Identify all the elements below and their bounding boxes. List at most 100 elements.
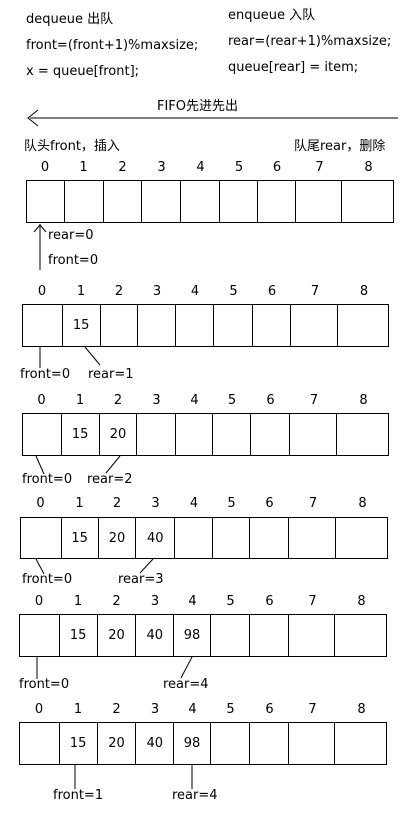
queue-cell: 15: [62, 414, 100, 455]
queue-cell: [335, 723, 386, 764]
index-label: 0: [34, 594, 44, 609]
queue-cell: [211, 615, 250, 656]
index-label: 7: [310, 284, 320, 299]
rear-pointer-label: rear=0: [48, 228, 94, 243]
queue-cell: 40: [136, 615, 175, 656]
index-label: 6: [267, 284, 277, 299]
index-label: 0: [34, 702, 44, 717]
index-label: 2: [113, 393, 123, 408]
queue-cell: 15: [60, 723, 98, 764]
index-label: 5: [226, 702, 235, 717]
queue-cell: [142, 181, 182, 222]
index-label: 0: [37, 284, 47, 299]
rear-pointer-label: rear=2: [87, 472, 133, 487]
index-label: 6: [272, 160, 282, 175]
queue-cell: [289, 518, 337, 558]
queue-cell: [138, 305, 177, 346]
queue-cell: [337, 414, 388, 455]
queue-cell: 98: [174, 615, 211, 656]
queue-cell: [181, 181, 220, 222]
queue-cell: [335, 615, 386, 656]
index-label: 4: [190, 393, 199, 408]
queue-cell: [65, 181, 104, 222]
index-label: 3: [152, 393, 161, 408]
index-label: 1: [73, 702, 83, 717]
index-label: 7: [315, 160, 324, 175]
index-label: 1: [75, 393, 85, 408]
queue-array-row: 15: [22, 304, 389, 347]
rear-pointer-label: rear=4: [172, 788, 218, 803]
queue-cell: [253, 305, 291, 346]
queue-cell: [21, 518, 62, 558]
queue-cell: [220, 181, 258, 222]
index-label: 8: [364, 160, 373, 175]
queue-cell: 40: [136, 723, 175, 764]
queue-array-row: 15 20 40: [20, 517, 388, 559]
index-label: 4: [190, 284, 200, 299]
queue-cell: [23, 414, 62, 455]
queue-cell: [23, 305, 63, 346]
rear-pointer-line: [139, 558, 154, 574]
queue-array-row: 15 20: [22, 413, 389, 456]
queue-cell: [213, 518, 250, 558]
rear-pointer-label: rear=4: [163, 677, 209, 692]
pointer-lines: [27, 109, 398, 789]
queue-cell: [27, 181, 65, 222]
queue-array-row: [26, 180, 394, 223]
queue-cell: [251, 414, 290, 455]
queue-cell: [296, 181, 343, 222]
front-pointer-label: front=0: [20, 367, 71, 382]
queue-cell: [289, 615, 336, 656]
queue-cell: [250, 518, 289, 558]
queue-cell: [250, 723, 289, 764]
queue-cell: [176, 414, 213, 455]
index-label: 1: [76, 284, 86, 299]
index-label: 0: [36, 496, 45, 511]
queue-cell: [175, 518, 213, 558]
queue-cell: [211, 723, 250, 764]
index-label: 1: [73, 594, 83, 609]
front-pointer-label: front=1: [53, 788, 104, 803]
index-label: 0: [40, 160, 50, 175]
index-label: 7: [308, 496, 318, 511]
queue-diagram: dequeue 出队 front=(front+1)%maxsize; x = …: [0, 0, 411, 820]
queue-cell: [104, 181, 143, 222]
queue-cell: [214, 305, 253, 346]
index-label: 2: [118, 160, 127, 175]
index-label: 5: [229, 284, 238, 299]
rear-pointer-line: [84, 346, 101, 366]
index-label: 5: [227, 393, 237, 408]
queue-cell: 20: [98, 723, 137, 764]
index-label: 3: [157, 160, 166, 175]
index-label: 5: [227, 496, 236, 511]
queue-cell: 15: [63, 305, 101, 346]
index-label: 7: [308, 702, 317, 717]
rear-pointer-label: rear=1: [88, 367, 134, 382]
queue-cell: [250, 615, 289, 656]
queue-cell: 98: [174, 723, 211, 764]
index-label: 6: [265, 496, 274, 511]
index-label: 6: [266, 393, 275, 408]
queue-cell: 20: [99, 518, 137, 558]
queue-cell: [101, 305, 139, 346]
queue-cell: [20, 723, 60, 764]
front-pointer-label: front=0: [19, 677, 70, 692]
index-label: 3: [150, 702, 160, 717]
queue-cell: 15: [62, 518, 99, 558]
index-label: 3: [152, 284, 162, 299]
queue-cell: [137, 414, 177, 455]
queue-array-row: 15 20 40 98: [19, 614, 387, 657]
queue-cell: [336, 518, 387, 558]
queue-cell: [338, 305, 388, 346]
index-label: 5: [234, 160, 244, 175]
index-label: 3: [151, 496, 160, 511]
index-label: 7: [308, 594, 317, 609]
index-label: 4: [188, 594, 197, 609]
index-label: 2: [112, 594, 121, 609]
queue-cell: 20: [98, 615, 137, 656]
front-pointer-label: front=0: [22, 572, 73, 587]
front-pointer-label: front=0: [48, 253, 99, 268]
index-label: 5: [226, 594, 235, 609]
index-label: 2: [114, 284, 124, 299]
queue-cell: [258, 181, 296, 222]
